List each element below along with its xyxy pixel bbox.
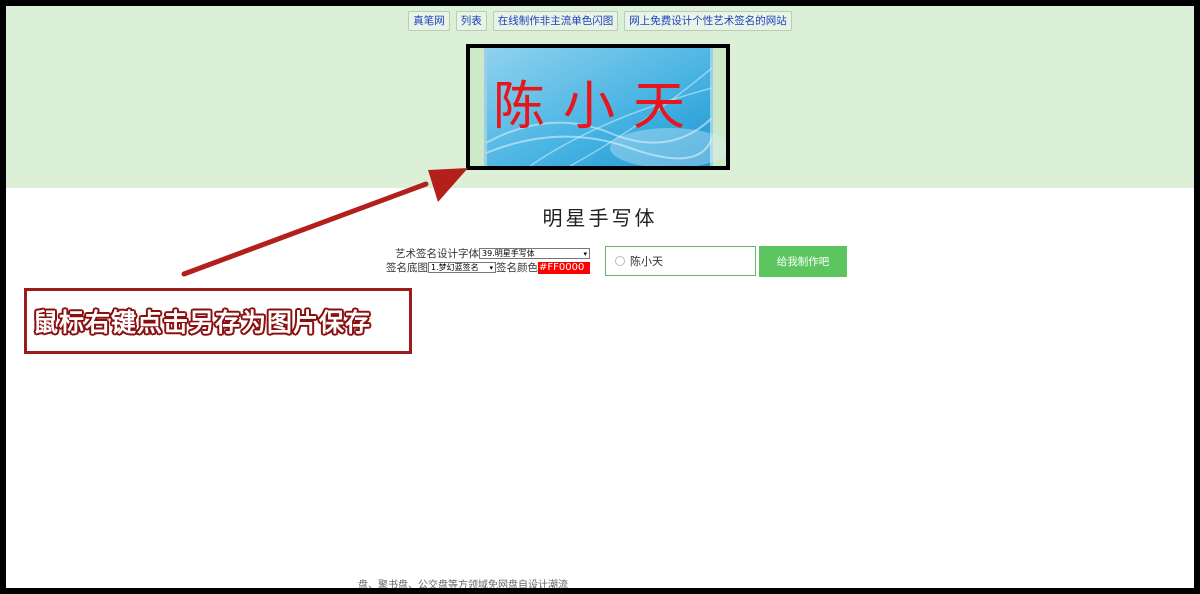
background-select-value: 1.梦幻蓝签名 xyxy=(431,263,479,272)
chevron-down-icon: ▾ xyxy=(583,249,587,258)
background-select[interactable]: 1.梦幻蓝签名 ▾ xyxy=(428,262,496,273)
web-page: 真笔网 列表 在线制作非主流单色闪图 网上免费设计个性艺术签名的网站 陈小天 明… xyxy=(6,6,1194,588)
chevron-down-icon: ▾ xyxy=(489,263,493,272)
name-input-value: 陈小天 xyxy=(630,255,663,268)
color-label: 签名颜色 xyxy=(496,262,538,274)
signature-preview-text: 陈小天 xyxy=(493,77,703,137)
bg-color-row: 签名底图 1.梦幻蓝签名 ▾ 签名颜色 #FF0000 xyxy=(386,261,590,274)
font-row: 艺术签名设计字体 39.明星手写体 ▾ xyxy=(386,247,590,260)
font-label: 艺术签名设计字体 xyxy=(395,248,479,260)
signature-options-form: 艺术签名设计字体 39.明星手写体 ▾ 签名底图 1.梦幻蓝签名 ▾ 签名颜色 … xyxy=(386,247,590,275)
font-select-value: 39.明星手写体 xyxy=(482,249,535,258)
input-hint-icon xyxy=(615,256,625,266)
make-signature-button[interactable]: 给我制作吧 xyxy=(759,246,847,277)
color-input[interactable]: #FF0000 xyxy=(538,261,590,274)
footer-text: 盘、聚书盘、公交盘等方领域免网盘自设计潮流 xyxy=(358,580,568,588)
nav-link-home[interactable]: 真笔网 xyxy=(408,11,450,31)
name-input[interactable]: 陈小天 xyxy=(605,246,756,276)
nav-link-list[interactable]: 列表 xyxy=(455,11,487,31)
annotation-callout: 鼠标右键点击另存为图片保存 xyxy=(24,288,412,354)
signature-preview[interactable]: 陈小天 xyxy=(466,44,730,170)
font-title: 明星手写体 xyxy=(542,206,658,230)
font-select[interactable]: 39.明星手写体 ▾ xyxy=(479,248,590,259)
nav-link-signature-sites[interactable]: 网上免费设计个性艺术签名的网站 xyxy=(624,11,792,31)
top-nav: 真笔网 列表 在线制作非主流单色闪图 网上免费设计个性艺术签名的网站 xyxy=(6,11,1194,31)
header-band: 真笔网 列表 在线制作非主流单色闪图 网上免费设计个性艺术签名的网站 陈小天 xyxy=(6,6,1194,188)
nav-link-flash-gif[interactable]: 在线制作非主流单色闪图 xyxy=(492,11,619,31)
signature-preview-image: 陈小天 xyxy=(470,48,726,166)
bg-label: 签名底图 xyxy=(386,262,428,274)
